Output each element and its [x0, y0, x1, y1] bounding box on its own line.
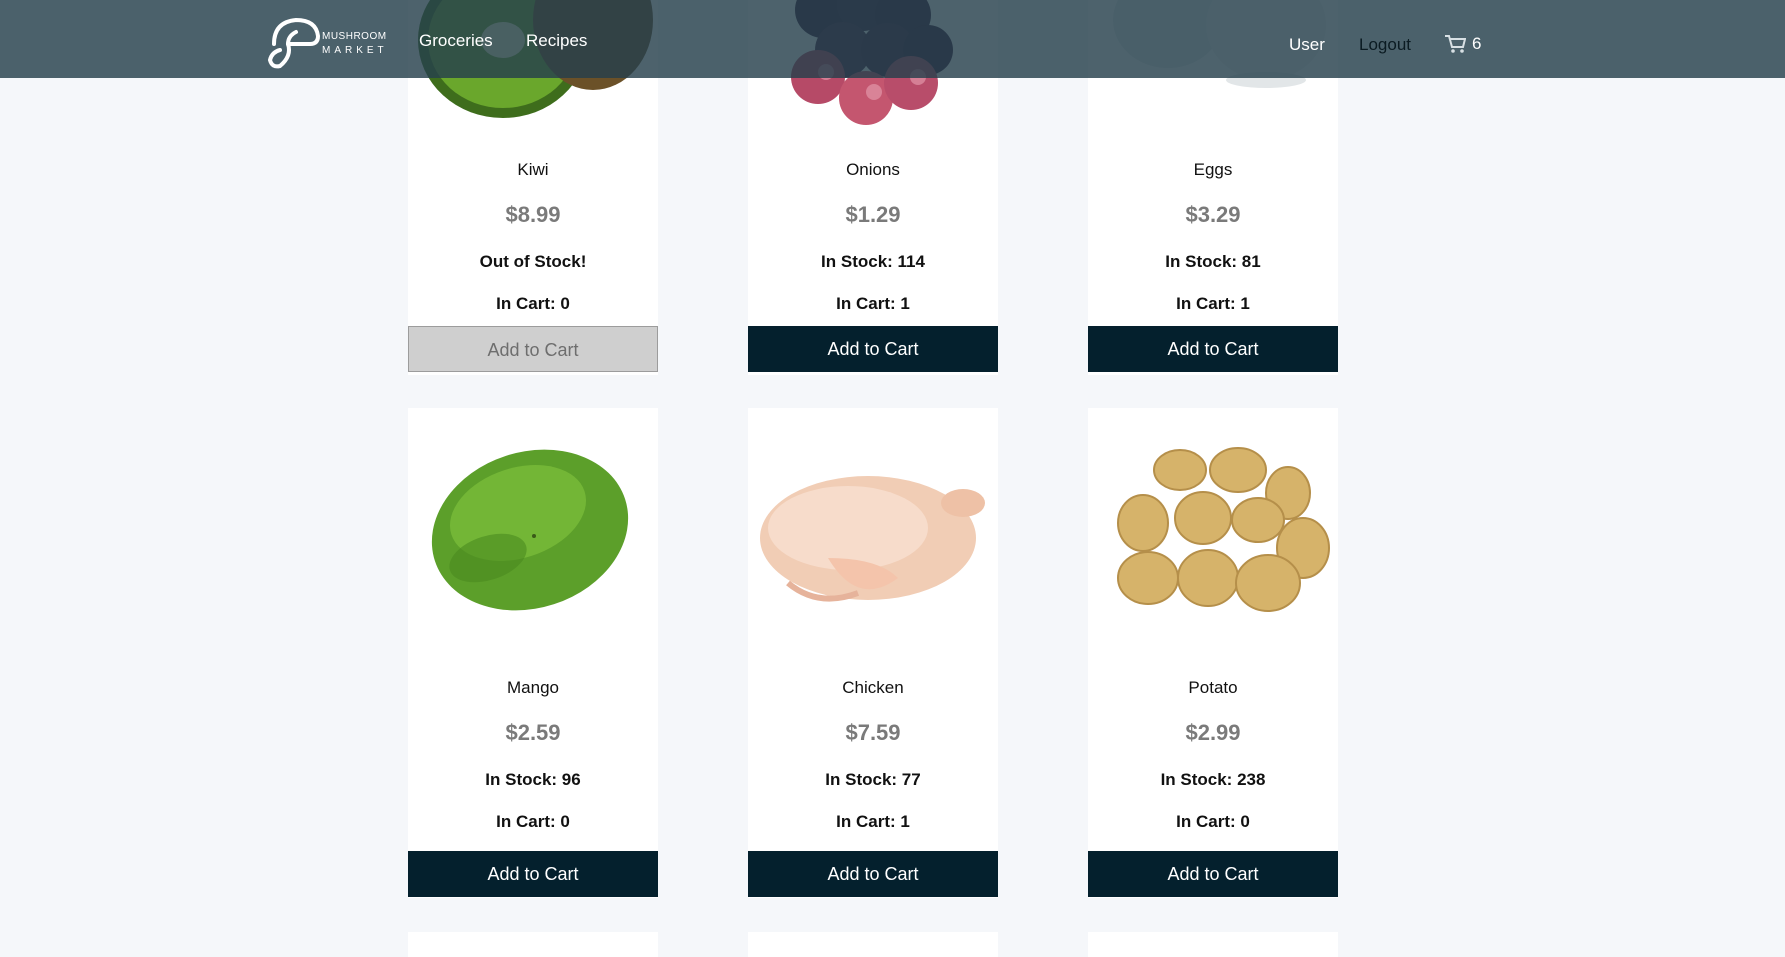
product-price: $3.29 [1185, 202, 1241, 227]
in-cart-count: In Cart: 0 [496, 812, 570, 831]
logo-subtext: MARKET [322, 45, 388, 56]
in-cart-count: In Cart: 1 [836, 294, 910, 313]
product-image-mango [408, 408, 658, 658]
in-cart-count: In Cart: 0 [1176, 812, 1250, 831]
product-name: Kiwi [517, 160, 549, 179]
mushroom-logo-icon [267, 17, 320, 69]
home-logo-link[interactable]: MUSHROOM MARKET [266, 16, 396, 70]
cart-count: 6 [1472, 34, 1482, 53]
add-to-cart-button[interactable]: Add to Cart [408, 326, 658, 372]
logo-text: MUSHROOM [322, 31, 387, 42]
product-name: Mango [507, 678, 559, 697]
product-price: $1.29 [845, 202, 901, 227]
add-to-cart-button[interactable]: Add to Cart [1088, 326, 1338, 372]
stock-status: In Stock: 114 [821, 252, 925, 271]
product-price: $2.99 [1185, 720, 1241, 745]
add-to-cart-button[interactable]: Add to Cart [1088, 851, 1338, 897]
product-card-partial [1088, 932, 1338, 957]
stock-status: In Stock: 77 [825, 770, 921, 789]
product-price: $2.59 [505, 720, 561, 745]
product-name: Eggs [1193, 160, 1233, 179]
add-to-cart-button[interactable]: Add to Cart [748, 326, 998, 372]
in-cart-count: In Cart: 1 [1176, 294, 1250, 313]
add-to-cart-button[interactable]: Add to Cart [748, 851, 998, 897]
product-card-chicken: Chicken $7.59 In Stock: 77 In Cart: 1 Ad… [748, 408, 998, 898]
in-cart-count: In Cart: 0 [496, 294, 570, 313]
product-card-partial [408, 932, 658, 957]
product-card-partial [748, 932, 998, 957]
product-price: $7.59 [845, 720, 901, 745]
nav-recipes[interactable]: Recipes [526, 31, 587, 51]
product-name: Chicken [842, 678, 904, 697]
product-card-potato: Potato $2.99 In Stock: 238 In Cart: 0 Ad… [1088, 408, 1338, 898]
shopping-cart-icon [1445, 35, 1466, 53]
add-to-cart-button[interactable]: Add to Cart [408, 851, 658, 897]
stock-status: In Stock: 96 [485, 770, 581, 789]
cart-button[interactable]: 6 [1444, 33, 1481, 55]
product-name: Potato [1188, 678, 1238, 697]
product-card-mango: Mango $2.59 In Stock: 96 In Cart: 0 Add … [408, 408, 658, 898]
product-price: $8.99 [505, 202, 561, 227]
stock-status: Out of Stock! [479, 252, 587, 271]
stock-status: In Stock: 81 [1165, 252, 1261, 271]
nav-groceries[interactable]: Groceries [419, 31, 493, 51]
in-cart-count: In Cart: 1 [836, 812, 910, 831]
top-navbar: MUSHROOM MARKET Groceries Recipes User L… [0, 0, 1785, 78]
logout-link[interactable]: Logout [1359, 35, 1411, 55]
product-image-chicken [748, 408, 998, 658]
product-name: Onions [846, 160, 900, 179]
stock-status: In Stock: 238 [1160, 770, 1266, 789]
product-image-potato [1088, 408, 1338, 658]
nav-user[interactable]: User [1289, 35, 1325, 55]
